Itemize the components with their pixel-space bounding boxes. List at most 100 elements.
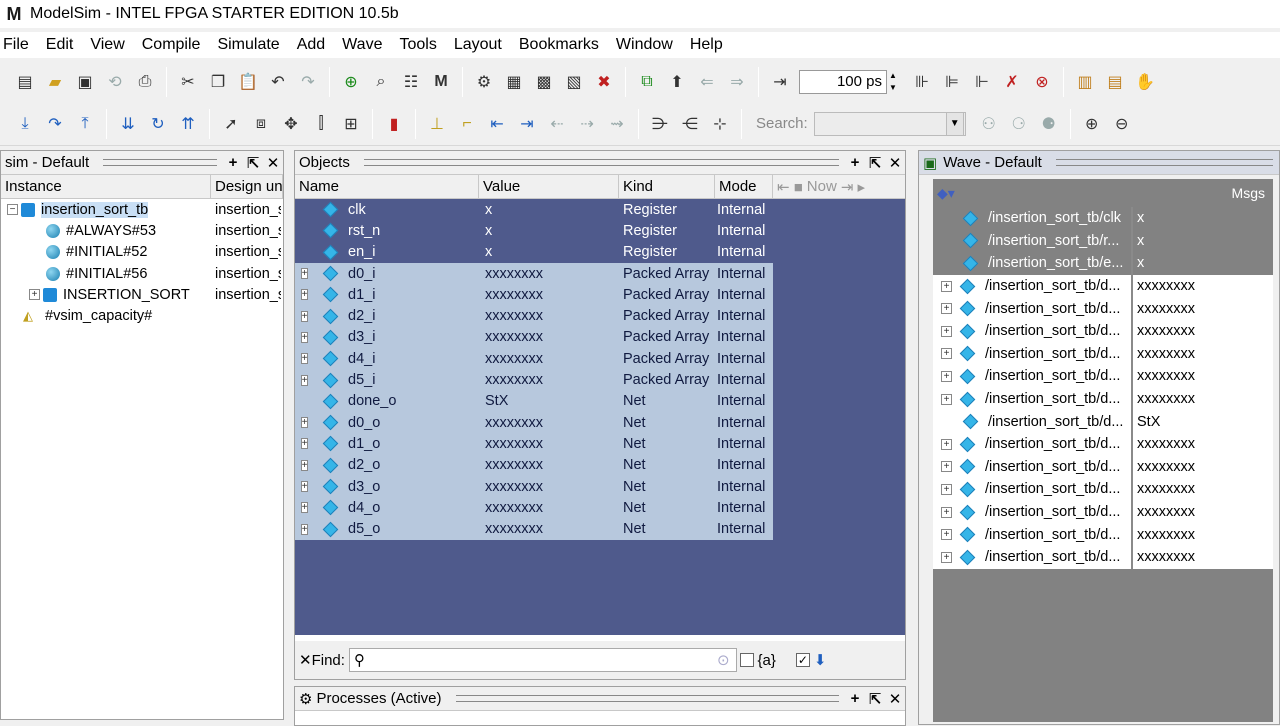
- wave-signal-row[interactable]: /insertion_sort_tb/e... x: [933, 252, 1273, 275]
- tree-row[interactable]: + INSERTION_SORT insertion_s: [1, 284, 283, 305]
- expand-icon[interactable]: +: [941, 506, 952, 518]
- object-row[interactable]: + d5_i xxxxxxxx Packed Array Internal: [295, 369, 773, 391]
- object-row[interactable]: rst_n x Register Internal: [295, 220, 773, 242]
- print-icon[interactable]: ⎙: [133, 70, 157, 94]
- wave-signal-row[interactable]: + /insertion_sort_tb/d... xxxxxxxx: [933, 365, 1273, 388]
- search-dropdown-icon[interactable]: ▼: [945, 111, 964, 136]
- expand-icon[interactable]: +: [300, 310, 309, 322]
- wave-signals-icon[interactable]: ◆▾: [937, 185, 955, 202]
- object-row[interactable]: + d3_o xxxxxxxx Net Internal: [295, 475, 773, 498]
- pane-close-icon[interactable]: ✕: [885, 690, 905, 708]
- tree-row[interactable]: #INITIAL#52 insertion_s: [1, 242, 283, 263]
- add-icon[interactable]: ⊕: [339, 70, 363, 94]
- tree-row[interactable]: − insertion_sort_tb insertion_s: [1, 199, 283, 220]
- tree-row[interactable]: #INITIAL#56 insertion_s: [1, 263, 283, 284]
- expand-icon[interactable]: +: [300, 353, 309, 365]
- undo-icon[interactable]: ↶: [266, 70, 290, 94]
- open-folder-icon[interactable]: ▰: [43, 70, 67, 94]
- tree-row[interactable]: #ALWAYS#53 insertion_s: [1, 220, 283, 241]
- menu-wave[interactable]: Wave: [338, 36, 391, 54]
- search-next-icon[interactable]: ⚆: [1007, 112, 1031, 136]
- menu-window[interactable]: Window: [612, 36, 682, 54]
- pane-add-icon[interactable]: +: [845, 690, 865, 707]
- object-row[interactable]: + d2_o xxxxxxxx Net Internal: [295, 454, 773, 476]
- modelsim-m-icon[interactable]: M: [429, 70, 453, 94]
- find-icon[interactable]: ⌕: [369, 70, 393, 94]
- pane-close-icon[interactable]: ✕: [885, 154, 905, 172]
- traffic-light-icon[interactable]: ▮: [382, 112, 406, 136]
- wave-signal-row[interactable]: + /insertion_sort_tb/d... xxxxxxxx: [933, 523, 1273, 546]
- next-edge-icon[interactable]: ⇥: [515, 112, 539, 136]
- menu-bookmarks[interactable]: Bookmarks: [515, 36, 608, 54]
- expand-icon[interactable]: +: [941, 393, 952, 405]
- dataflow-icon[interactable]: ⊹: [708, 112, 732, 136]
- expand-icon[interactable]: +: [300, 374, 309, 386]
- expand-icon[interactable]: +: [941, 280, 952, 292]
- expand-icon[interactable]: +: [941, 483, 952, 495]
- prev-transition-icon[interactable]: ⇠: [545, 112, 569, 136]
- new-file-icon[interactable]: ▤: [13, 70, 37, 94]
- next-transition-icon[interactable]: ⇢: [575, 112, 599, 136]
- menu-tools[interactable]: Tools: [395, 36, 445, 54]
- find-transition-icon[interactable]: ⇝: [605, 112, 629, 136]
- column-value[interactable]: Value: [479, 175, 619, 198]
- step-up-icon[interactable]: ⇈: [176, 112, 200, 136]
- expand-icon[interactable]: +: [300, 331, 309, 343]
- column-mode[interactable]: Mode: [715, 175, 773, 198]
- pane-close-icon[interactable]: ✕: [263, 154, 283, 172]
- step-into-icon[interactable]: ⤓: [13, 112, 37, 136]
- wave-signal-row[interactable]: + /insertion_sort_tb/d... xxxxxxxx: [933, 342, 1273, 366]
- pane-drag-handle[interactable]: [1055, 159, 1273, 166]
- save-icon[interactable]: ▣: [73, 70, 97, 94]
- wave-signal-row[interactable]: + /insertion_sort_tb/d... xxxxxxxx: [933, 500, 1273, 524]
- pane-add-icon[interactable]: +: [223, 154, 243, 171]
- step-over-alt-icon[interactable]: ↻: [146, 112, 170, 136]
- pane-undock-icon[interactable]: ⇱: [243, 154, 263, 172]
- expand-icon[interactable]: +: [941, 551, 952, 563]
- wave-signal-row[interactable]: + /insertion_sort_tb/d... xxxxxxxx: [933, 455, 1273, 479]
- wave-signal-row[interactable]: + /insertion_sort_tb/d... xxxxxxxx: [933, 274, 1273, 298]
- forward-arrow-icon[interactable]: ⇒: [725, 70, 749, 94]
- move-icon[interactable]: ✥: [279, 112, 303, 136]
- match-checkbox[interactable]: ✓: [795, 653, 810, 667]
- wave-signal-row[interactable]: /insertion_sort_tb/r... x: [933, 229, 1273, 253]
- pointer-icon[interactable]: ➚: [219, 112, 243, 136]
- compile-icon[interactable]: ⚙: [472, 70, 496, 94]
- copy-icon[interactable]: ❐: [206, 70, 230, 94]
- run-icon[interactable]: ⊪: [910, 70, 934, 94]
- wave-signal-row[interactable]: + /insertion_sort_tb/d... xxxxxxxx: [933, 387, 1273, 411]
- menu-help[interactable]: Help: [686, 36, 732, 54]
- edge-fall-icon[interactable]: ⌐: [455, 112, 479, 136]
- reload-icon[interactable]: ⟲: [103, 70, 127, 94]
- compile-all-icon[interactable]: ▦: [502, 70, 526, 94]
- search-options-icon[interactable]: ⚇: [977, 112, 1001, 136]
- zoom-out-icon[interactable]: ⊖: [1110, 112, 1134, 136]
- object-row[interactable]: + d4_o xxxxxxxx Net Internal: [295, 497, 773, 519]
- menu-compile[interactable]: Compile: [138, 36, 210, 54]
- expand-icon[interactable]: +: [941, 529, 952, 541]
- expand-icon[interactable]: +: [941, 303, 952, 315]
- object-row[interactable]: + d4_i xxxxxxxx Packed Array Internal: [295, 348, 773, 370]
- expand-icon[interactable]: +: [300, 523, 309, 535]
- hierarchy-icon[interactable]: ☷: [399, 70, 423, 94]
- expand-icon[interactable]: +: [300, 268, 309, 280]
- column-design-unit[interactable]: Design uni: [211, 175, 283, 198]
- run-length-input[interactable]: 100 ps: [799, 69, 887, 94]
- zoom-box-icon[interactable]: ⧈: [249, 112, 273, 136]
- find-filter-icon[interactable]: ⬇: [814, 651, 827, 669]
- back-arrow-icon[interactable]: ⇐: [695, 70, 719, 94]
- tree-row[interactable]: ◭ #vsim_capacity#: [1, 305, 283, 326]
- hand-icon[interactable]: ✋: [1133, 70, 1157, 94]
- object-row[interactable]: + d0_i xxxxxxxx Packed Array Internal: [295, 262, 773, 285]
- wave-signal-row[interactable]: + /insertion_sort_tb/d... xxxxxxxx: [933, 478, 1273, 501]
- prev-edge-icon[interactable]: ⇤: [485, 112, 509, 136]
- run-length-stepper[interactable]: ▲ ▼: [887, 70, 899, 94]
- object-row[interactable]: + d1_o xxxxxxxx Net Internal: [295, 433, 773, 455]
- restart-icon[interactable]: ⧉: [635, 70, 659, 94]
- expand-icon[interactable]: +: [300, 502, 309, 514]
- object-row[interactable]: + d3_i xxxxxxxx Packed Array Internal: [295, 326, 773, 349]
- object-row[interactable]: + d1_i xxxxxxxx Packed Array Internal: [295, 284, 773, 306]
- edge-rise-icon[interactable]: ⊥: [425, 112, 449, 136]
- pane-undock-icon[interactable]: ⇱: [865, 690, 885, 708]
- cut-icon[interactable]: ✂: [176, 70, 200, 94]
